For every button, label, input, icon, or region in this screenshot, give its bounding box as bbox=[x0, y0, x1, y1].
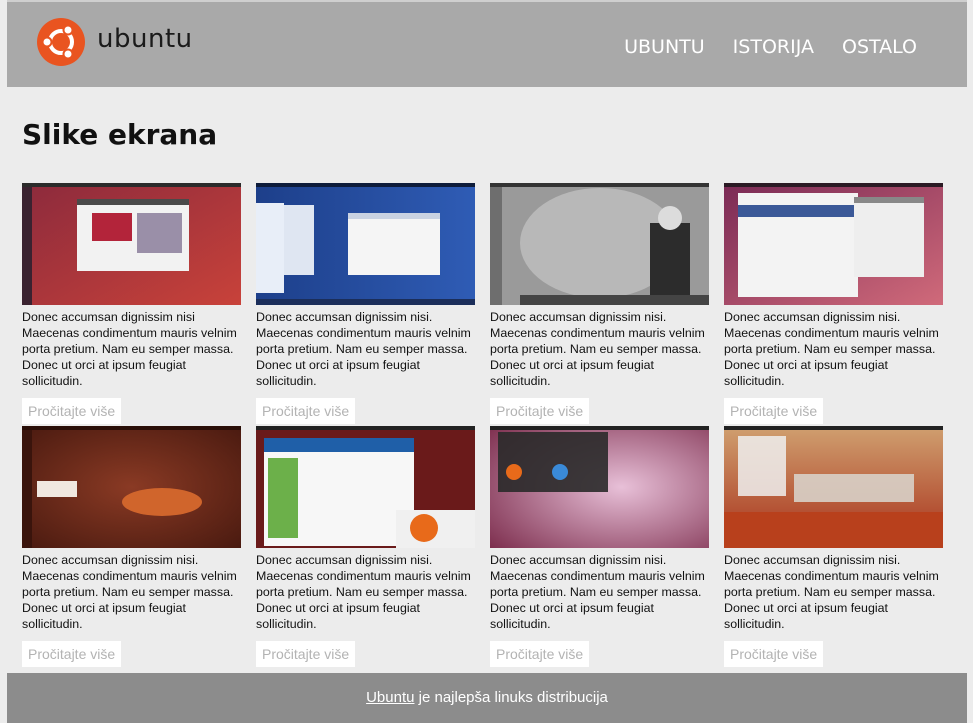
gallery-card: Donec accumsan dignissim nisi Maecenas c… bbox=[22, 183, 241, 424]
gallery-card: Donec accumsan dignissim nisi. Maecenas … bbox=[724, 183, 943, 424]
site-footer: Ubuntu je najlepša linuks distribucija bbox=[7, 673, 967, 723]
footer-ubuntu-link[interactable]: Ubuntu bbox=[366, 689, 414, 706]
card-description: Donec accumsan dignissim nisi. Maecenas … bbox=[490, 310, 705, 388]
card-description: Donec accumsan dignissim nisi. Maecenas … bbox=[724, 553, 939, 631]
brand-name[interactable]: ubuntu bbox=[97, 24, 193, 54]
read-more-link[interactable]: Pročitajte više bbox=[724, 398, 824, 424]
read-more-link[interactable]: Pročitajte više bbox=[256, 398, 356, 424]
site-header: ubuntu UBUNTU ISTORIJA OSTALO bbox=[7, 0, 967, 87]
card-description: Donec accumsan dignissim nisi. Maecenas … bbox=[256, 553, 471, 631]
nav-link-ostalo[interactable]: OSTALO bbox=[842, 36, 917, 58]
card-description: Donec accumsan dignissim nisi. Maecenas … bbox=[22, 553, 237, 631]
gallery-card: Donec accumsan dignissim nisi. Maecenas … bbox=[724, 426, 943, 667]
gallery-card: Donec accumsan dignissim nisi. Maecenas … bbox=[256, 426, 475, 667]
card-description: Donec accumsan dignissim nisi. Maecenas … bbox=[724, 310, 939, 388]
gallery-card: Donec accumsan dignissim nisi. Maecenas … bbox=[22, 426, 241, 667]
read-more-link[interactable]: Pročitajte više bbox=[256, 641, 356, 667]
screenshot-thumbnail[interactable] bbox=[724, 426, 943, 548]
read-more-link[interactable]: Pročitajte više bbox=[490, 641, 590, 667]
ubuntu-logo-icon[interactable] bbox=[37, 18, 85, 66]
read-more-link[interactable]: Pročitajte više bbox=[22, 641, 122, 667]
page-title: Slike ekrana bbox=[22, 118, 218, 151]
card-description: Donec accumsan dignissim nisi. Maecenas … bbox=[490, 553, 705, 631]
screenshot-thumbnail[interactable] bbox=[256, 426, 475, 548]
card-description: Donec accumsan dignissim nisi Maecenas c… bbox=[22, 310, 237, 388]
read-more-link[interactable]: Pročitajte više bbox=[724, 641, 824, 667]
screenshot-thumbnail[interactable] bbox=[22, 426, 241, 548]
nav-link-ubuntu[interactable]: UBUNTU bbox=[624, 36, 705, 58]
screenshot-thumbnail[interactable] bbox=[490, 183, 709, 305]
gallery-card: Donec accumsan dignissim nisi. Maecenas … bbox=[256, 183, 475, 424]
nav-link-istorija[interactable]: ISTORIJA bbox=[733, 36, 814, 58]
screenshot-thumbnail[interactable] bbox=[490, 426, 709, 548]
gallery-card: Donec accumsan dignissim nisi. Maecenas … bbox=[490, 426, 709, 667]
gallery-card: Donec accumsan dignissim nisi. Maecenas … bbox=[490, 183, 709, 424]
screenshot-thumbnail[interactable] bbox=[22, 183, 241, 305]
read-more-link[interactable]: Pročitajte više bbox=[22, 398, 122, 424]
screenshot-thumbnail[interactable] bbox=[256, 183, 475, 305]
screenshot-thumbnail[interactable] bbox=[724, 183, 943, 305]
footer-text: je najlepša linuks distribucija bbox=[414, 689, 608, 706]
main-nav: UBUNTU ISTORIJA OSTALO bbox=[624, 36, 917, 58]
read-more-link[interactable]: Pročitajte više bbox=[490, 398, 590, 424]
card-description: Donec accumsan dignissim nisi. Maecenas … bbox=[256, 310, 471, 388]
